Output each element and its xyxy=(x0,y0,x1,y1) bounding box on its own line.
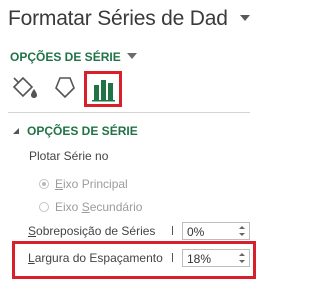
series-options-section-header[interactable]: OPÇÕES DE SÉRIE xyxy=(13,124,138,138)
gap-width-highlight xyxy=(12,241,256,279)
series-options-label: OPÇÕES DE SÉRIE xyxy=(10,50,121,64)
series-overlap-spinner[interactable]: 0% xyxy=(182,222,250,240)
pane-options-dropdown-icon[interactable] xyxy=(240,15,250,21)
pane-title: Formatar Séries de Dad xyxy=(8,7,228,30)
series-options-dropdown[interactable]: OPÇÕES DE SÉRIE xyxy=(10,50,137,66)
bar-chart-icon xyxy=(87,74,119,104)
fill-line-tab[interactable] xyxy=(8,71,42,105)
series-overlap-value[interactable]: 0% xyxy=(187,225,204,239)
series-overlap-mnemonic: S xyxy=(28,224,37,238)
secondary-axis-mnemonic: S xyxy=(81,200,90,214)
series-overlap-label: Sobreposição de Séries xyxy=(28,224,155,238)
primary-axis-label: ixo Principal xyxy=(63,177,128,191)
section-label: OPÇÕES DE SÉRIE xyxy=(27,124,138,138)
radio-primary-axis[interactable] xyxy=(39,179,49,189)
secondary-axis-label-start: Eixo xyxy=(55,200,82,214)
chevron-down-icon xyxy=(126,53,137,59)
secondary-axis-label-end: ecundário xyxy=(89,200,143,214)
series-overlap-label-text: obreposição de Séries xyxy=(36,224,156,238)
series-options-tab[interactable] xyxy=(84,71,122,107)
radio-secondary-axis[interactable] xyxy=(39,202,49,212)
spin-down-icon[interactable] xyxy=(239,233,245,236)
paint-bucket-icon xyxy=(8,71,42,105)
collapse-triangle-icon xyxy=(13,128,19,134)
primary-axis-option[interactable]: Eixo Principal xyxy=(39,177,128,191)
plot-series-on-label: Plotar Série no xyxy=(29,149,109,163)
divider xyxy=(8,112,250,113)
secondary-axis-option[interactable]: Eixo Secundário xyxy=(39,200,142,214)
spin-up-icon[interactable] xyxy=(239,226,245,229)
effects-tab[interactable] xyxy=(48,71,82,105)
pentagon-icon xyxy=(48,71,82,105)
series-overlap-slider-handle[interactable] xyxy=(172,226,173,235)
primary-axis-mnemonic: E xyxy=(55,177,64,191)
